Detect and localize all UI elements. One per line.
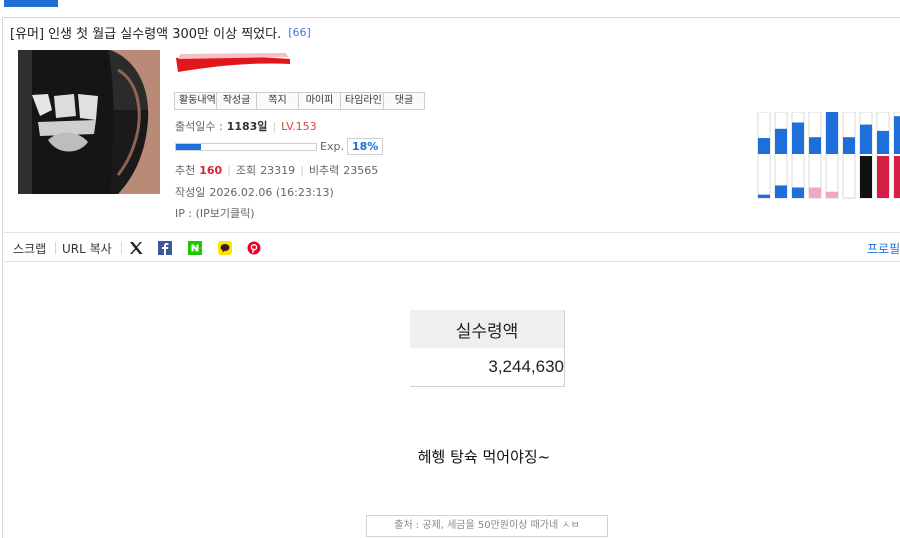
- activity-column-frame: [808, 112, 822, 199]
- exp-progress-bar: [175, 142, 317, 151]
- activity-lower-bar: [826, 191, 838, 198]
- activity-upper-bar: [877, 130, 889, 154]
- divider: |: [272, 119, 277, 133]
- url-copy-button[interactable]: URL 복사: [62, 240, 112, 257]
- post-title: 인생 첫 월급 실수령액 300만 이상 찍었다.: [48, 26, 282, 42]
- activity-upper-bar: [843, 137, 855, 154]
- pinterest-icon[interactable]: [247, 241, 261, 255]
- activity-lower-bar: [894, 156, 900, 198]
- level-value: LV.153: [281, 119, 317, 133]
- attendance-label: 출석일수 :: [175, 120, 223, 133]
- divider: |: [227, 163, 231, 177]
- activity-column-frame: [774, 112, 788, 199]
- ip-reveal-link[interactable]: IP : (IP보기클릭): [175, 205, 255, 221]
- source-note: 출처 : 공제, 세금을 50만원이상 때가네 ㅅㅂ: [366, 515, 608, 537]
- divider: |: [300, 163, 304, 177]
- posts-button[interactable]: 작성글: [217, 92, 257, 110]
- activity-column-frame: [757, 112, 771, 199]
- activity-upper-bar: [894, 116, 900, 154]
- written-label: 작성일: [175, 186, 206, 199]
- activity-column-frame: [842, 112, 856, 199]
- activity-upper-bar: [775, 128, 787, 154]
- author-avatar[interactable]: [18, 50, 160, 194]
- kakao-icon[interactable]: [218, 241, 232, 255]
- exp-progress-fill: [176, 143, 202, 150]
- activity-lower-bar: [758, 194, 770, 198]
- activity-upper-bar: [758, 138, 770, 154]
- naver-icon[interactable]: [188, 241, 202, 255]
- message-button[interactable]: 쪽지: [257, 92, 299, 110]
- top-strip: [0, 0, 900, 18]
- author-action-buttons: 활동내역 작성글 쪽지 마이피 타임라인 댓글: [174, 92, 425, 110]
- divider: [121, 242, 122, 254]
- salary-table-header: 실수령액: [410, 310, 565, 348]
- exp-label: Exp.: [320, 140, 344, 153]
- views-value: 23319: [260, 163, 296, 177]
- activity-upper-bar: [792, 122, 804, 154]
- activity-lower-bar: [877, 156, 889, 198]
- post-category[interactable]: [유머]: [10, 23, 44, 42]
- post-body-text: 헤헹 탕슉 먹어야징~: [417, 448, 551, 466]
- exp-percent: 18%: [346, 138, 384, 155]
- activity-lower-bar: [860, 156, 872, 198]
- facebook-icon[interactable]: [158, 241, 172, 255]
- activity-chart: [757, 112, 900, 199]
- activity-lower-bar: [809, 187, 821, 198]
- activity-lower-bar: [792, 187, 804, 198]
- timeline-button[interactable]: 타임라인: [341, 92, 384, 110]
- activity-upper-bar: [809, 137, 821, 154]
- comment-count[interactable]: [66]: [288, 26, 311, 39]
- attendance-line: 출석일수 : 1183일 | LV.153: [175, 118, 317, 134]
- activity-button[interactable]: 활동내역: [174, 92, 217, 110]
- activity-lower-bar: [775, 185, 787, 198]
- post-title-row: [유머] 인생 첫 월급 실수령액 300만 이상 찍었다. [66]: [10, 23, 311, 42]
- x-icon[interactable]: [128, 240, 144, 256]
- attendance-value: 1183일: [226, 120, 268, 133]
- views-label: 조회: [235, 164, 257, 177]
- nonrec-value: 23565: [343, 163, 379, 177]
- share-bar: 스크랩 URL 복사 프로필: [2, 232, 900, 262]
- exp-line: Exp. 18%: [175, 138, 384, 155]
- activity-upper-bar: [860, 124, 872, 154]
- author-nickname-redacted[interactable]: [174, 50, 292, 72]
- activity-upper-bar: [826, 112, 838, 154]
- recommend-label: 추천: [175, 164, 196, 177]
- written-value: 2026.02.06 (16:23:13): [209, 185, 334, 199]
- avatar-photo: [18, 50, 160, 194]
- nonrec-label: 비추력: [308, 164, 340, 177]
- mypi-button[interactable]: 마이피: [299, 92, 341, 110]
- comments-button[interactable]: 댓글: [384, 92, 425, 110]
- salary-table: 실수령액 3,244,630: [410, 310, 565, 387]
- counts-line: 추천 160 | 조회 23319 | 비추력 23565: [175, 162, 378, 178]
- scrap-button[interactable]: 스크랩: [13, 240, 46, 257]
- redaction-scribble: [176, 53, 290, 72]
- ip-line[interactable]: IP : (IP보기클릭): [175, 205, 255, 221]
- active-tab-indicator[interactable]: [4, 0, 58, 7]
- recommend-value: 160: [199, 163, 223, 177]
- written-date-line: 작성일 2026.02.06 (16:23:13): [175, 184, 334, 200]
- profile-link[interactable]: 프로필: [867, 240, 900, 257]
- salary-table-value: 3,244,630: [410, 348, 565, 387]
- divider: [55, 242, 56, 254]
